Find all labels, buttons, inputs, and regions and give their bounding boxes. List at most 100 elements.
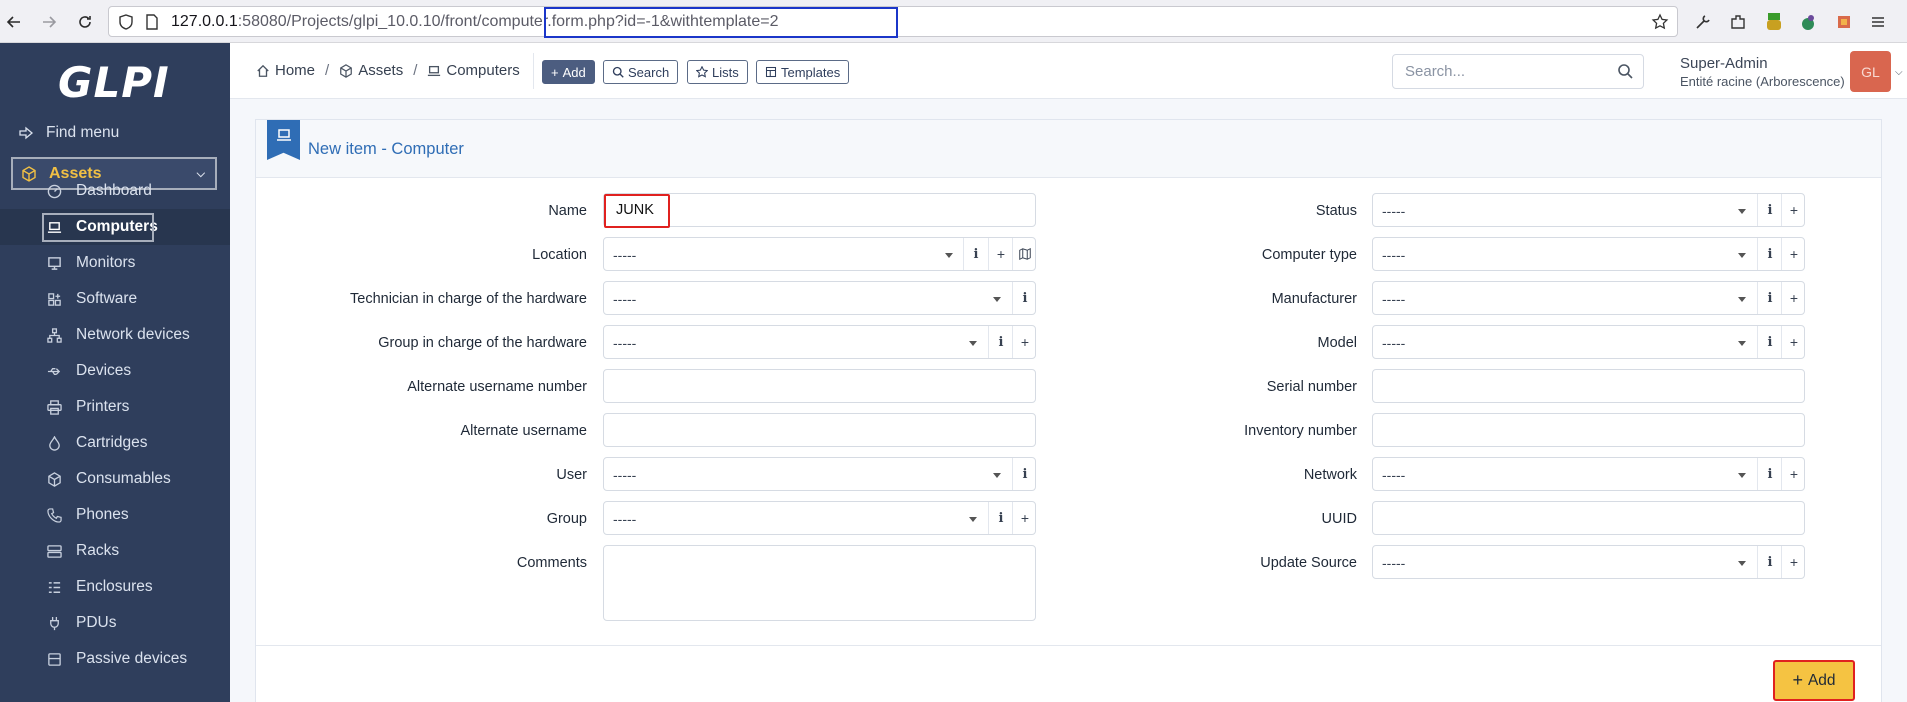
flask-extension-icon[interactable] [1797, 11, 1819, 33]
droplet-icon [46, 435, 62, 451]
uuid-field[interactable] [1372, 501, 1805, 535]
submit-add-button[interactable]: + Add [1773, 660, 1855, 701]
breadcrumb-computers[interactable]: Computers [427, 62, 520, 79]
location-select[interactable]: ----- i + [603, 237, 1036, 271]
find-menu-label: Find menu [46, 124, 120, 141]
bookmark-star-icon[interactable] [1651, 13, 1669, 31]
menu-icon[interactable] [1867, 11, 1889, 33]
plus-icon[interactable]: + [1781, 458, 1806, 490]
url-bar[interactable]: 127.0.0.1:58080/Projects/glpi_10.0.10/fr… [108, 6, 1678, 38]
info-icon[interactable]: i [988, 326, 1013, 358]
search-icon[interactable] [1617, 63, 1633, 79]
inventory-number-field[interactable] [1372, 413, 1805, 447]
plus-icon: + [551, 64, 559, 80]
url-path-highlight [544, 7, 898, 38]
status-select[interactable]: ----- i + [1372, 193, 1805, 227]
sidebar-item-consumables[interactable]: Consumables [0, 461, 230, 497]
info-icon[interactable]: i [988, 502, 1013, 534]
plus-icon[interactable]: + [1781, 326, 1806, 358]
sidebar-item-label: Printers [76, 398, 130, 415]
sidebar-item-enclosures[interactable]: Enclosures [0, 569, 230, 605]
info-icon[interactable]: i [1012, 282, 1037, 314]
avatar[interactable]: GL [1850, 51, 1891, 92]
user-entity[interactable]: Entité racine (Arborescence) [1680, 74, 1845, 89]
sidebar-item-label: Phones [76, 506, 129, 523]
map-icon[interactable] [1012, 238, 1037, 270]
global-search[interactable] [1392, 54, 1644, 89]
sidebar-item-devices[interactable]: Devices [0, 353, 230, 389]
puzzle-extension-icon[interactable] [1833, 11, 1855, 33]
add-button[interactable]: + Add [542, 60, 595, 84]
info-icon[interactable]: i [1757, 546, 1782, 578]
monitor-icon [46, 256, 62, 271]
alternate-username-number-label: Alternate username number [407, 379, 587, 395]
network-select[interactable]: ----- i + [1372, 457, 1805, 491]
sidebar-item-pdus[interactable]: PDUs [0, 605, 230, 641]
templates-button[interactable]: Templates [756, 60, 850, 84]
info-icon[interactable]: i [1757, 194, 1782, 226]
chevron-down-icon[interactable]: ⌵ [1895, 67, 1903, 78]
sidebar-item-racks[interactable]: Racks [0, 533, 230, 569]
search-button[interactable]: Search [603, 60, 679, 84]
reload-icon[interactable] [73, 10, 97, 34]
bug-extension-icon[interactable] [1763, 11, 1785, 33]
sidebar-item-printers[interactable]: Printers [0, 389, 230, 425]
uuid-label: UUID [1321, 511, 1357, 527]
back-icon[interactable] [2, 10, 26, 34]
plus-icon[interactable]: + [1781, 546, 1806, 578]
plus-icon[interactable]: + [1012, 326, 1037, 358]
info-icon[interactable]: i [1757, 326, 1782, 358]
plus-icon[interactable]: + [1012, 502, 1037, 534]
comments-textarea[interactable] [603, 545, 1036, 621]
sidebar-item-network-devices[interactable]: Network devices [0, 317, 230, 353]
search-input[interactable] [1405, 63, 1605, 80]
find-menu-link[interactable]: Find menu [18, 124, 119, 142]
glpi-logo[interactable]: GLPI [58, 58, 170, 107]
breadcrumb-assets[interactable]: Assets [339, 62, 403, 79]
model-label: Model [1317, 335, 1358, 351]
group-hardware-select[interactable]: ----- i + [603, 325, 1036, 359]
computer-type-select[interactable]: ----- i + [1372, 237, 1805, 271]
plus-icon[interactable]: + [988, 238, 1013, 270]
breadcrumb-home[interactable]: Home [256, 62, 315, 79]
page-icon[interactable] [143, 13, 161, 31]
update-source-select[interactable]: ----- i + [1372, 545, 1805, 579]
name-field[interactable]: JUNK [603, 193, 1036, 228]
sidebar-item-cartridges[interactable]: Cartridges [0, 425, 230, 461]
plus-icon[interactable]: + [1781, 238, 1806, 270]
sidebar-item-phones[interactable]: Phones [0, 497, 230, 533]
sidebar-item-passive-devices[interactable]: Passive devices [0, 641, 230, 677]
info-icon[interactable]: i [1012, 458, 1037, 490]
serial-number-field[interactable] [1372, 369, 1805, 403]
plus-icon[interactable]: + [1781, 194, 1806, 226]
manufacturer-select[interactable]: ----- i + [1372, 281, 1805, 315]
wrench-icon[interactable] [1692, 11, 1714, 33]
laptop-icon [267, 120, 300, 160]
location-label: Location [532, 247, 587, 263]
info-icon[interactable]: i [963, 238, 988, 270]
info-icon[interactable]: i [1757, 282, 1782, 314]
plus-icon[interactable]: + [1781, 282, 1806, 314]
extensions-icon[interactable] [1727, 11, 1749, 33]
sidebar-item-label: Cartridges [76, 434, 148, 451]
manufacturer-label: Manufacturer [1271, 291, 1357, 307]
sidebar-item-dashboard[interactable]: Dashboard [0, 173, 230, 209]
info-icon[interactable]: i [1757, 238, 1782, 270]
user-name[interactable]: Super-Admin [1680, 55, 1768, 72]
lists-button[interactable]: Lists [687, 60, 748, 84]
group-label: Group [546, 511, 587, 527]
sidebar-item-software[interactable]: Software [0, 281, 230, 317]
alternate-username-field[interactable] [603, 413, 1036, 447]
alternate-username-number-field[interactable] [603, 369, 1036, 403]
shield-icon[interactable] [117, 13, 135, 31]
cube-icon [340, 63, 353, 78]
group-select[interactable]: ----- i + [603, 501, 1036, 535]
forward-icon[interactable] [37, 10, 61, 34]
sidebar-item-monitors[interactable]: Monitors [0, 245, 230, 281]
apps-icon [46, 292, 62, 307]
model-select[interactable]: ----- i + [1372, 325, 1805, 359]
technician-select[interactable]: ----- i [603, 281, 1036, 315]
sidebar-item-computers[interactable]: Computers [0, 209, 230, 245]
user-select[interactable]: ----- i [603, 457, 1036, 491]
info-icon[interactable]: i [1757, 458, 1782, 490]
